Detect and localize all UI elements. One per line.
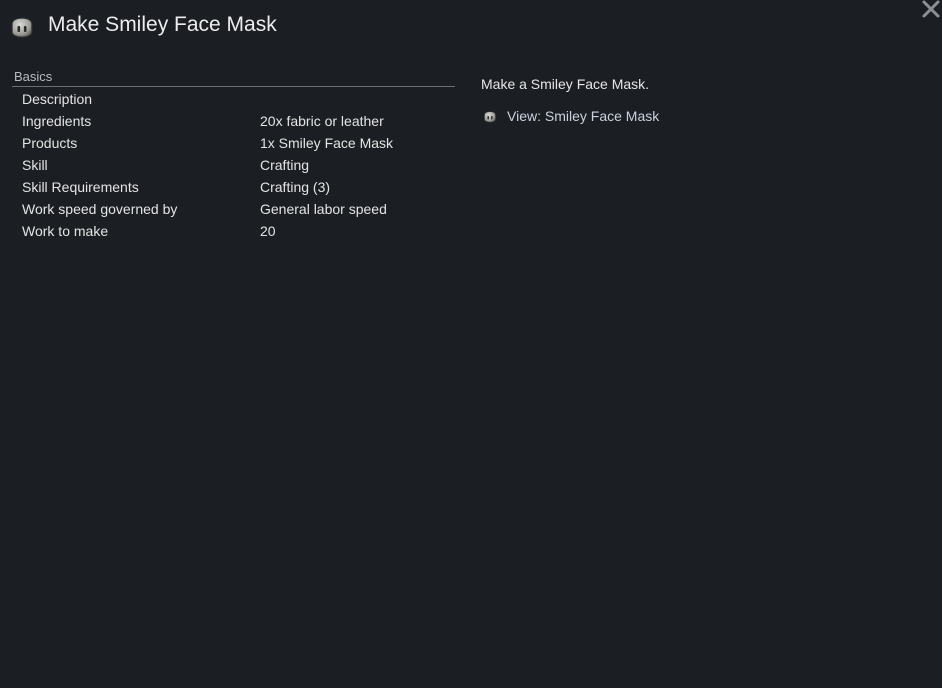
section-label-basics: Basics bbox=[14, 69, 53, 84]
stat-value: Crafting (3) bbox=[260, 179, 331, 195]
stat-row-skill-requirements[interactable]: Skill Requirements Crafting (3) bbox=[12, 176, 455, 198]
section-divider bbox=[12, 86, 455, 87]
close-icon[interactable] bbox=[918, 0, 942, 22]
stat-row-work-speed[interactable]: Work speed governed by General labor spe… bbox=[12, 198, 455, 220]
stat-label: Products bbox=[22, 135, 78, 151]
stat-label: Work to make bbox=[22, 223, 109, 239]
stat-label: Ingredients bbox=[22, 113, 92, 129]
stat-row-products[interactable]: Products 1x Smiley Face Mask bbox=[12, 132, 455, 154]
view-product-link[interactable]: View: Smiley Face Mask bbox=[481, 106, 659, 126]
recipe-info-window: Make Smiley Face Mask Basics Description… bbox=[0, 0, 942, 688]
stat-label: Description bbox=[22, 91, 93, 107]
stat-row-ingredients[interactable]: Ingredients 20x fabric or leather bbox=[12, 110, 455, 132]
smiley-mask-icon bbox=[6, 10, 38, 42]
smiley-mask-icon bbox=[481, 107, 499, 125]
view-link-label: View: Smiley Face Mask bbox=[507, 108, 660, 124]
stat-row-work-to-make[interactable]: Work to make 20 bbox=[12, 220, 455, 242]
stat-value: 20 bbox=[260, 223, 276, 239]
recipe-description: Make a Smiley Face Mask. bbox=[481, 76, 650, 92]
stat-label: Work speed governed by bbox=[22, 201, 178, 217]
stat-label: Skill bbox=[22, 157, 48, 173]
stat-label: Skill Requirements bbox=[22, 179, 139, 195]
stat-value: 1x Smiley Face Mask bbox=[260, 135, 394, 151]
window-title: Make Smiley Face Mask bbox=[48, 13, 277, 36]
stat-value: 20x fabric or leather bbox=[260, 113, 384, 129]
stat-value: General labor speed bbox=[260, 201, 387, 217]
stat-row-description[interactable]: Description bbox=[12, 88, 455, 110]
stats-list: Description Ingredients 20x fabric or le… bbox=[12, 88, 455, 242]
stat-row-skill[interactable]: Skill Crafting bbox=[12, 154, 455, 176]
stat-value: Crafting bbox=[260, 157, 310, 173]
